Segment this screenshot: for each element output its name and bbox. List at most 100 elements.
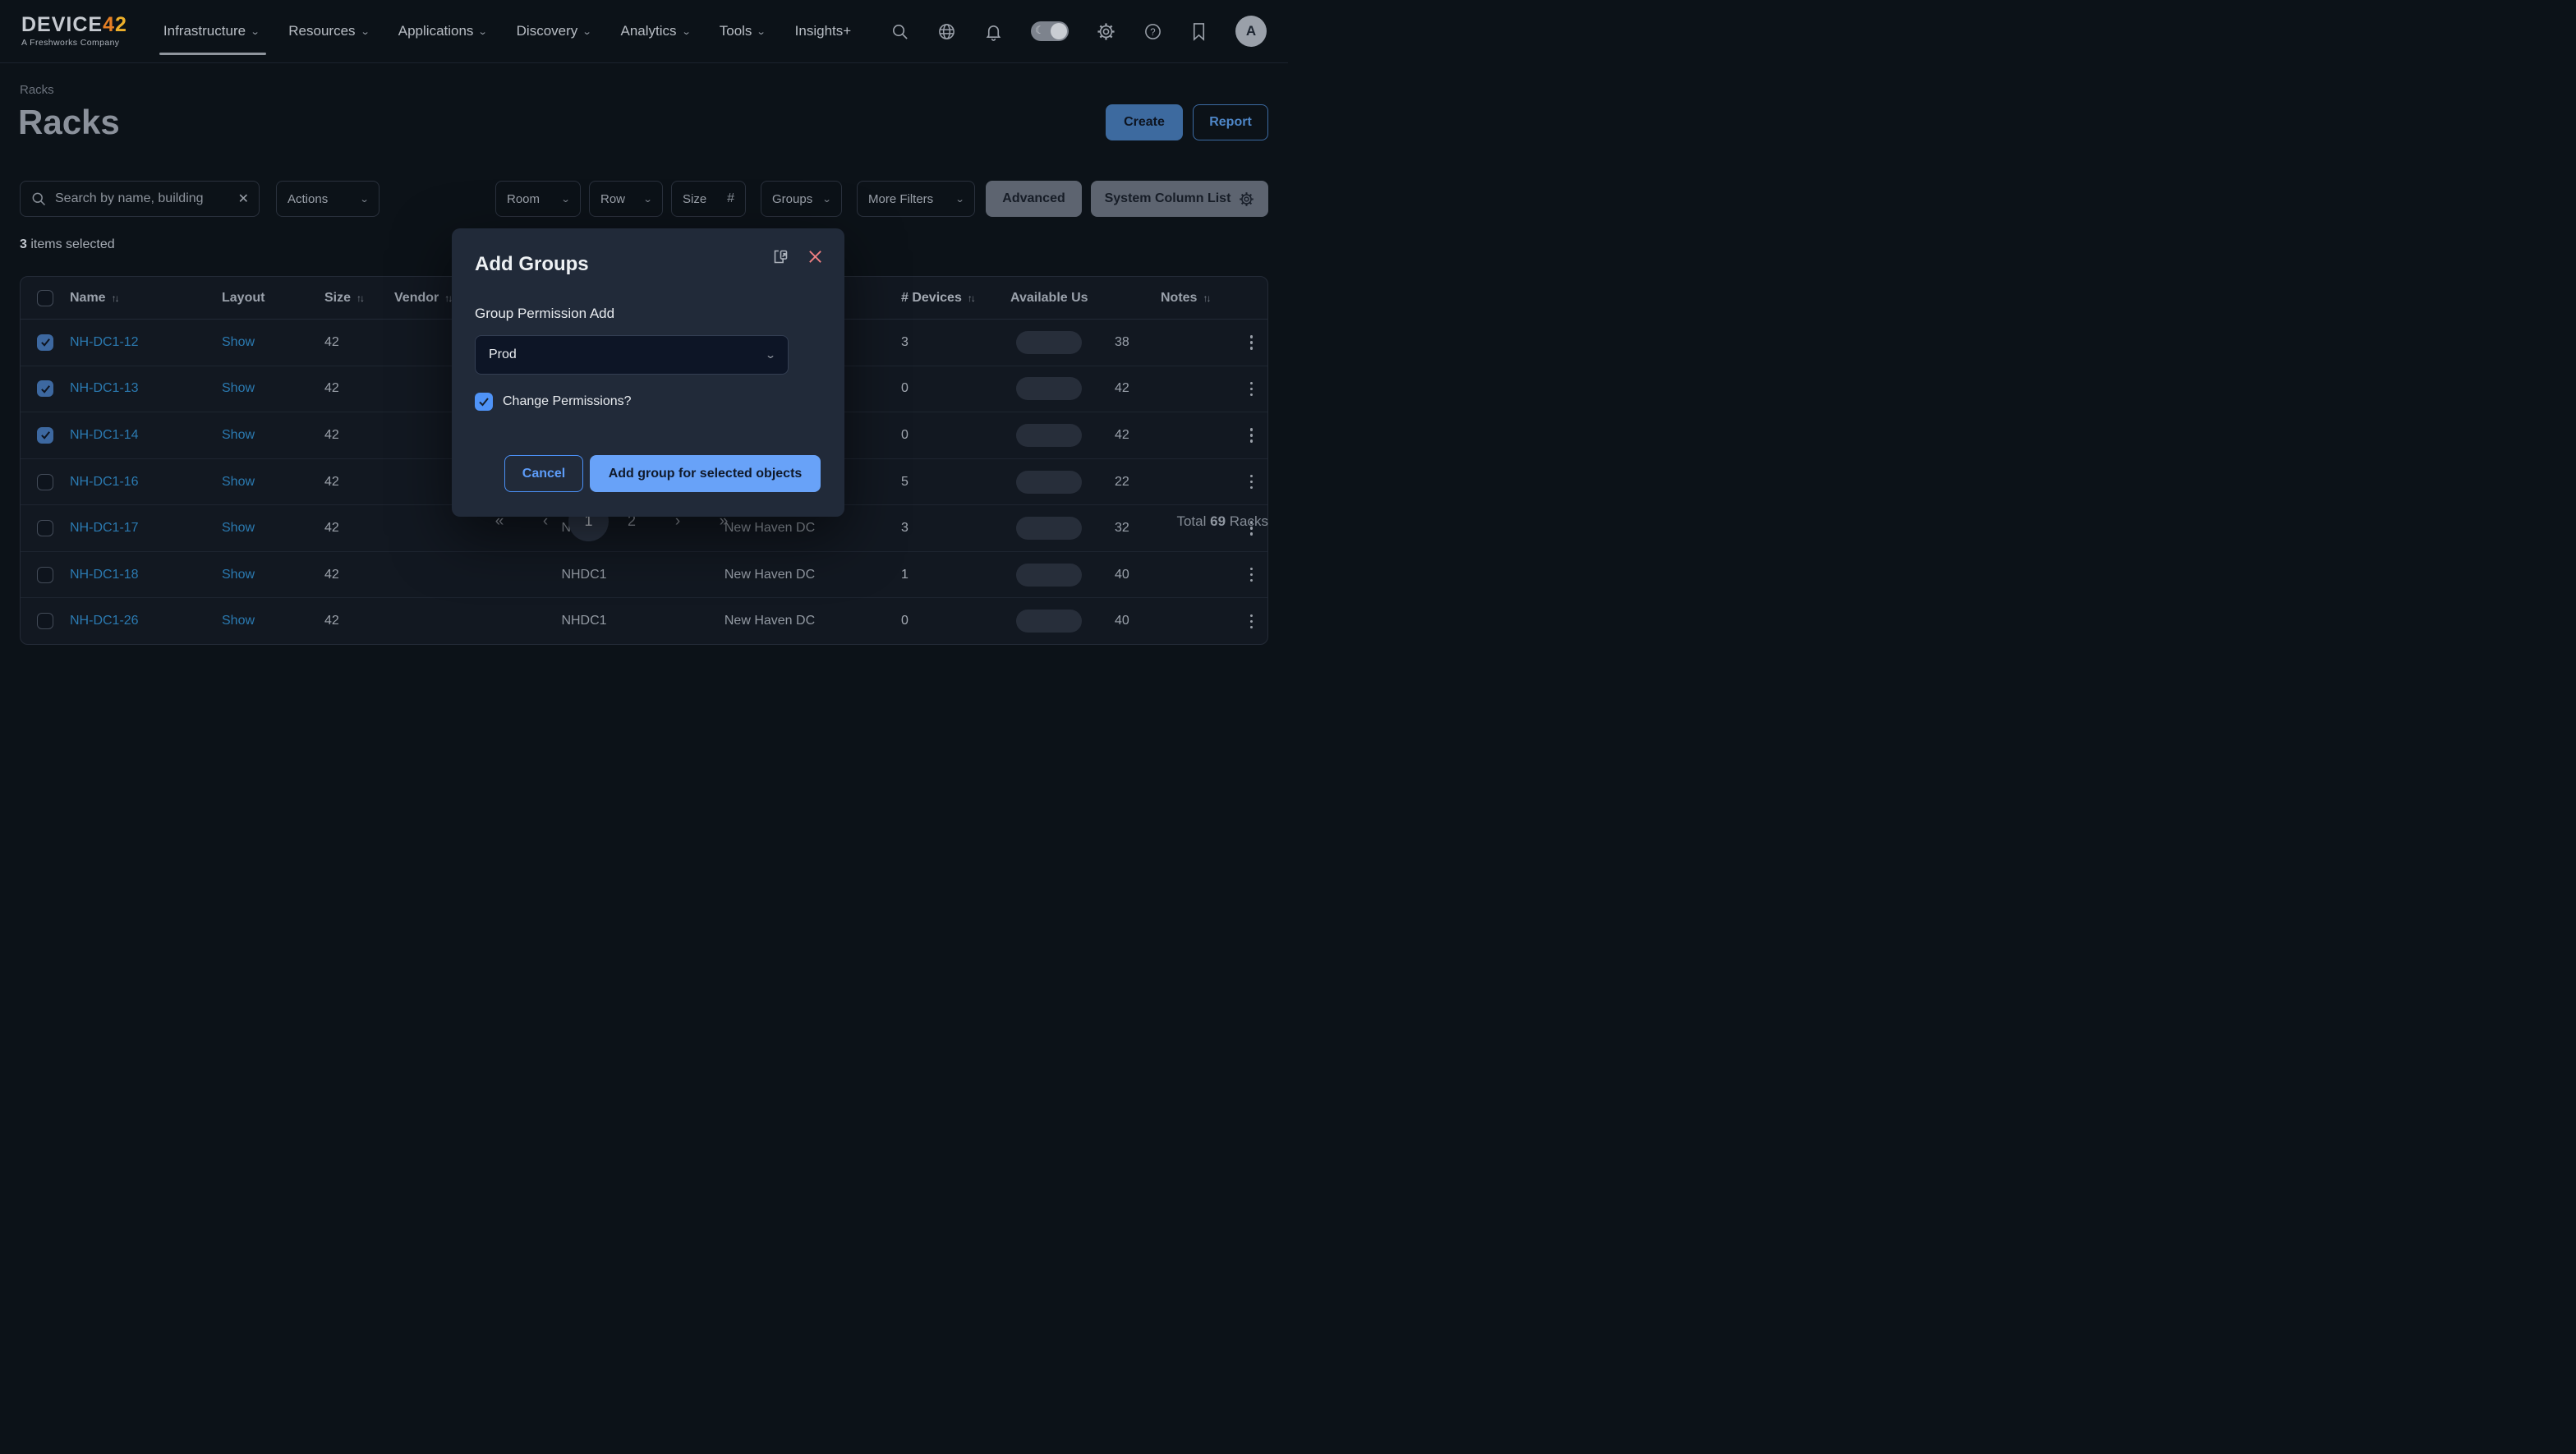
chevron-down-icon: ⌄	[642, 194, 652, 205]
available-bar	[1016, 331, 1082, 354]
available-units: 38	[1115, 335, 1129, 350]
more-filters-dropdown[interactable]: More Filters⌄	[857, 181, 975, 217]
sort-icon[interactable]: ↑↓	[112, 292, 118, 304]
available-cell: 42	[983, 424, 1161, 447]
sort-icon[interactable]: ↑↓	[1203, 292, 1209, 304]
chevron-down-icon: ⌄	[582, 26, 592, 37]
sort-icon[interactable]: ↑↓	[356, 292, 363, 304]
row-checkbox[interactable]	[37, 474, 53, 490]
bookmark-icon[interactable]	[1190, 22, 1208, 41]
row-checkbox[interactable]	[37, 520, 53, 536]
size-filter[interactable]: Size#	[671, 181, 746, 217]
rack-name-link[interactable]: NH-DC1-26	[70, 614, 139, 628]
layout-show-link[interactable]: Show	[222, 614, 255, 628]
rack-name-link[interactable]: NH-DC1-18	[70, 568, 139, 582]
size-cell: 42	[320, 475, 394, 490]
row-checkbox[interactable]	[37, 567, 53, 583]
system-column-list-button[interactable]: System Column List	[1091, 181, 1268, 217]
row-filter[interactable]: Row⌄	[589, 181, 663, 217]
available-bar	[1016, 471, 1082, 494]
gear-icon[interactable]	[1097, 22, 1116, 41]
row-menu-kebab-icon[interactable]	[1245, 470, 1258, 495]
row-menu-kebab-icon[interactable]	[1245, 423, 1258, 448]
top-nav: DEVICE42 A Freshworks Company Infrastruc…	[0, 0, 1288, 63]
layout-show-link[interactable]: Show	[222, 335, 255, 349]
user-avatar[interactable]: A	[1235, 16, 1267, 47]
report-button[interactable]: Report	[1193, 104, 1268, 140]
nav-item-infrastructure[interactable]: Infrastructure⌄	[163, 23, 259, 39]
devices-cell: 5	[868, 475, 983, 490]
layout-show-link[interactable]: Show	[222, 428, 255, 442]
layout-show-link[interactable]: Show	[222, 381, 255, 395]
available-units: 42	[1115, 428, 1129, 443]
clear-search-icon[interactable]: ✕	[238, 191, 249, 207]
globe-icon[interactable]	[937, 22, 956, 41]
search-icon[interactable]	[890, 22, 909, 41]
nav-item-discovery[interactable]: Discovery⌄	[517, 23, 591, 39]
actions-dropdown[interactable]: Actions⌄	[276, 181, 380, 217]
row-checkbox[interactable]	[37, 380, 53, 397]
layout-show-link[interactable]: Show	[222, 475, 255, 489]
nav-item-applications[interactable]: Applications⌄	[398, 23, 487, 39]
room-filter[interactable]: Room⌄	[495, 181, 581, 217]
available-units: 22	[1115, 475, 1129, 490]
available-cell: 40	[983, 564, 1161, 587]
group-select[interactable]: Prod ⌄	[475, 335, 789, 375]
rack-name-link[interactable]: NH-DC1-12	[70, 335, 139, 349]
add-group-submit-button[interactable]: Add group for selected objects	[590, 455, 821, 492]
nav-item-resources[interactable]: Resources⌄	[288, 23, 368, 39]
layout-show-link[interactable]: Show	[222, 568, 255, 582]
row-menu-kebab-icon[interactable]	[1245, 610, 1258, 634]
expand-modal-icon[interactable]	[772, 248, 789, 265]
row-menu-kebab-icon[interactable]	[1245, 563, 1258, 587]
help-icon[interactable]: ?	[1143, 22, 1162, 41]
create-button[interactable]: Create	[1106, 104, 1183, 140]
rack-name-link[interactable]: NH-DC1-13	[70, 381, 139, 395]
sort-icon[interactable]: ↑↓	[444, 292, 451, 304]
close-modal-icon[interactable]	[807, 249, 823, 265]
chevron-down-icon: ⌄	[560, 194, 570, 205]
row-menu-kebab-icon[interactable]	[1245, 330, 1258, 355]
search-icon	[30, 191, 47, 207]
rack-name-link[interactable]: NH-DC1-14	[70, 428, 139, 442]
row-menu-kebab-icon[interactable]	[1245, 377, 1258, 402]
row-checkbox[interactable]	[37, 334, 53, 351]
groups-filter[interactable]: Groups⌄	[761, 181, 842, 217]
breadcrumb[interactable]: Racks	[20, 83, 54, 97]
column-header-name[interactable]: Name↑↓	[70, 291, 222, 306]
rack-name-link[interactable]: NH-DC1-16	[70, 475, 139, 489]
chevron-down-icon: ⌄	[821, 194, 831, 205]
advanced-button[interactable]: Advanced	[986, 181, 1082, 217]
select-all-checkbox[interactable]	[37, 290, 53, 306]
available-bar	[1016, 610, 1082, 633]
nav-item-insights[interactable]: Insights+	[795, 23, 852, 39]
search-input[interactable]	[55, 191, 230, 206]
column-header-notes[interactable]: Notes↑↓	[1161, 291, 1268, 306]
sort-icon[interactable]: ↑↓	[968, 292, 974, 304]
change-permissions-checkbox[interactable]	[475, 393, 493, 411]
column-header-layout[interactable]: Layout	[222, 291, 320, 306]
layout-show-link[interactable]: Show	[222, 521, 255, 535]
column-header-devices[interactable]: # Devices↑↓	[868, 291, 983, 306]
table-row: NH-DC1-18 Show 42 NHDC1 New Haven DC 1 4…	[21, 552, 1267, 599]
column-header-size[interactable]: Size↑↓	[320, 291, 394, 306]
row-checkbox[interactable]	[37, 613, 53, 629]
row-checkbox[interactable]	[37, 427, 53, 444]
notifications-bell-icon[interactable]	[984, 22, 1003, 41]
column-header-available[interactable]: Available Us	[983, 291, 1161, 306]
group-select-value: Prod	[489, 347, 517, 362]
toggle-knob	[1051, 23, 1067, 39]
device42-logo[interactable]: DEVICE42 A Freshworks Company	[21, 15, 127, 48]
selection-status: 3 items selected	[20, 237, 115, 252]
rack-name-link[interactable]: NH-DC1-17	[70, 521, 139, 535]
chevron-down-icon: ⌄	[478, 26, 488, 37]
available-cell: 32	[983, 517, 1161, 540]
cancel-button[interactable]: Cancel	[504, 455, 583, 492]
available-units: 32	[1115, 521, 1129, 536]
change-permissions-label[interactable]: Change Permissions?	[503, 394, 632, 409]
search-box[interactable]: ✕	[20, 181, 260, 217]
nav-item-analytics[interactable]: Analytics⌄	[621, 23, 690, 39]
theme-toggle[interactable]: ☾	[1031, 21, 1069, 41]
building-cell: New Haven DC	[671, 614, 868, 628]
nav-item-tools[interactable]: Tools⌄	[720, 23, 766, 39]
